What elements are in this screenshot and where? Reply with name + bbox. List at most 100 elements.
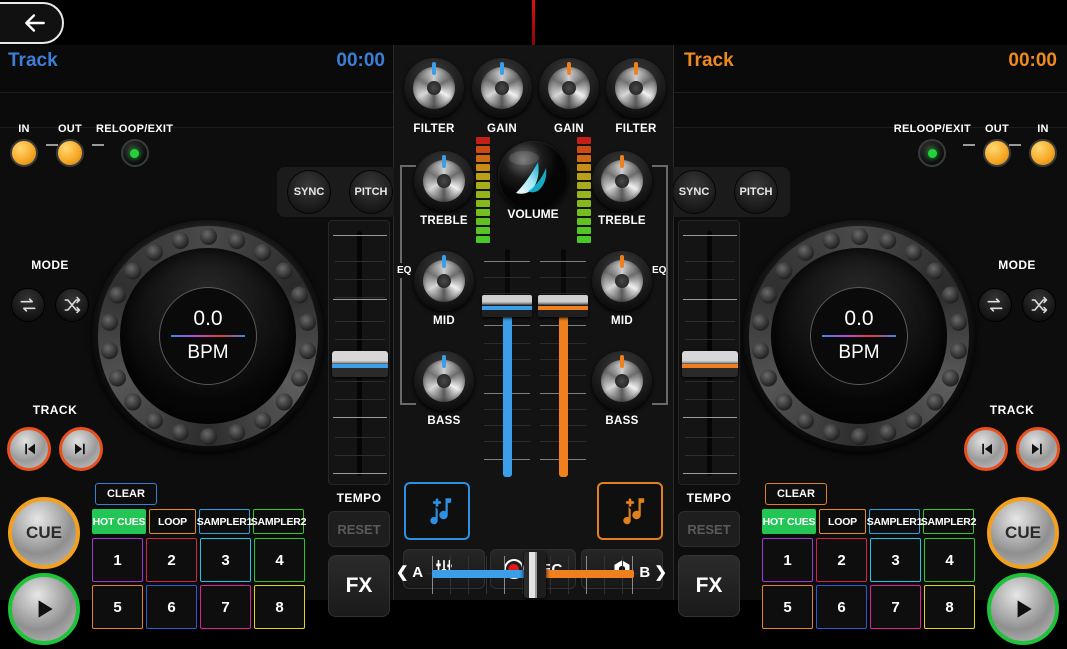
tab-loop-right[interactable]: LOOP [819,509,866,534]
jog-dimple [752,342,769,359]
jog-dimple [291,287,308,304]
pad-3-right[interactable]: 3 [870,538,921,582]
reloop-exit-button-right[interactable] [918,139,946,167]
jog-wheel-left[interactable]: 0.0 BPM [92,220,324,452]
loop-in-button-right[interactable] [1029,139,1057,167]
track-nav-label-right: TRACK [957,403,1067,417]
tab-hot-cues-right[interactable]: HOT CUES [762,509,816,534]
play-button-left[interactable] [8,573,80,645]
load-track-button-right[interactable] [597,482,663,540]
tempo-fader-left[interactable] [328,220,390,485]
tab-sampler1-right[interactable]: SAMPLER1 [869,509,920,534]
pad-2-left[interactable]: 2 [146,538,197,582]
track-prev-button-left[interactable] [7,427,51,471]
pad-6-right[interactable]: 6 [816,585,867,629]
tab-sampler2-left[interactable]: SAMPLER2 [253,509,304,534]
dj-app-root: Track 00:00 IN OUT RELOOP/EXIT SYNC PITC… [0,0,1067,600]
crossfader[interactable] [426,552,638,598]
mid-knob-left[interactable] [414,251,474,311]
gain-knob-left[interactable] [472,58,532,118]
crossfader-zone: ❮ A B ❯ [396,552,667,598]
pad-7-left[interactable]: 7 [200,585,251,629]
bass-knob-left[interactable] [414,351,474,411]
pitch-button-left[interactable]: PITCH [349,170,393,214]
track-nav-left: TRACK [0,403,110,471]
pad-8-left[interactable]: 8 [254,585,305,629]
jog-dimple [760,370,777,387]
treble-knob-right[interactable] [592,151,652,211]
shuffle-icon [62,295,82,315]
channel-fader-cap-left[interactable] [482,295,532,317]
repeat-mode-button-left[interactable] [11,288,45,322]
tempo-reset-button-left[interactable]: RESET [328,511,390,547]
pad-5-left[interactable]: 5 [92,585,143,629]
tempo-fader-right[interactable] [678,220,740,485]
track-nav-right: TRACK [957,403,1067,471]
volume-orb-button[interactable] [498,141,568,211]
loop-out-button-right[interactable] [983,139,1011,167]
filter-knob-right[interactable] [606,58,666,118]
loop-in-button[interactable] [10,139,38,167]
back-button[interactable] [0,2,64,44]
fx-button-right[interactable]: FX [678,555,740,617]
tab-sampler2-right[interactable]: SAMPLER2 [923,509,974,534]
pad-5-right[interactable]: 5 [762,585,813,629]
crossfader-cap[interactable] [524,552,546,598]
tab-hot-cues-left[interactable]: HOT CUES [92,509,146,534]
treble-knob-left[interactable] [414,151,474,211]
clear-button-left[interactable]: CLEAR [95,483,157,505]
jog-dimple [124,263,141,280]
vu-segment [577,236,591,243]
track-next-button-left[interactable] [59,427,103,471]
mid-knob-right[interactable] [592,251,652,311]
loop-out-button[interactable] [56,139,84,167]
pad-8-right[interactable]: 8 [924,585,975,629]
volume-label: VOLUME [493,207,573,221]
jog-dimple [905,244,922,261]
pad-2-right[interactable]: 2 [816,538,867,582]
fx-button-left[interactable]: FX [328,555,390,617]
jog-dimple [228,232,245,249]
cue-button-right[interactable]: CUE [987,497,1059,569]
pad-4-right[interactable]: 4 [924,538,975,582]
tempo-reset-button-right[interactable]: RESET [678,511,740,547]
track-next-button-right[interactable] [1016,427,1060,471]
shuffle-mode-button-right[interactable] [1022,288,1056,322]
sync-button-right[interactable]: SYNC [672,170,716,214]
jog-dimple [927,394,944,411]
pitch-button-right[interactable]: PITCH [734,170,778,214]
pad-6-left[interactable]: 6 [146,585,197,629]
tab-loop-left[interactable]: LOOP [149,509,196,534]
clear-button-right[interactable]: CLEAR [765,483,827,505]
pad-7-right[interactable]: 7 [870,585,921,629]
jog-wheel-right[interactable]: 0.0 BPM [743,220,975,452]
bpm-unit-right: BPM [838,337,879,364]
repeat-mode-button-right[interactable] [978,288,1012,322]
reloop-exit-button[interactable] [121,139,149,167]
pad-mode-tabs-right: HOT CUES LOOP SAMPLER1 SAMPLER2 [762,509,974,534]
filter-knob-left[interactable] [404,58,464,118]
chevron-left-icon: ❮ [396,564,409,581]
track-prev-button-right[interactable] [964,427,1008,471]
pad-1-right[interactable]: 1 [762,538,813,582]
tempo-fader-cap-right[interactable] [682,351,738,377]
bass-knob-right[interactable] [592,351,652,411]
channel-fader-left[interactable] [484,243,530,473]
tab-sampler1-left[interactable]: SAMPLER1 [199,509,250,534]
crossfader-bar-b [542,570,634,578]
pad-3-left[interactable]: 3 [200,538,251,582]
gain-knob-right[interactable] [539,58,599,118]
jog-dimple [942,287,959,304]
channel-fader-cap-right[interactable] [538,295,588,317]
tempo-fader-cap-left[interactable] [332,351,388,377]
pad-1-left[interactable]: 1 [92,538,143,582]
shuffle-mode-button-left[interactable] [55,288,89,322]
play-button-right[interactable] [987,573,1059,645]
sync-button-left[interactable]: SYNC [287,170,331,214]
load-track-button-left[interactable] [404,482,470,540]
jog-dimple [109,287,126,304]
channel-fader-right[interactable] [540,243,586,473]
vu-segment [476,182,490,189]
cue-button-left[interactable]: CUE [8,497,80,569]
pad-4-left[interactable]: 4 [254,538,305,582]
